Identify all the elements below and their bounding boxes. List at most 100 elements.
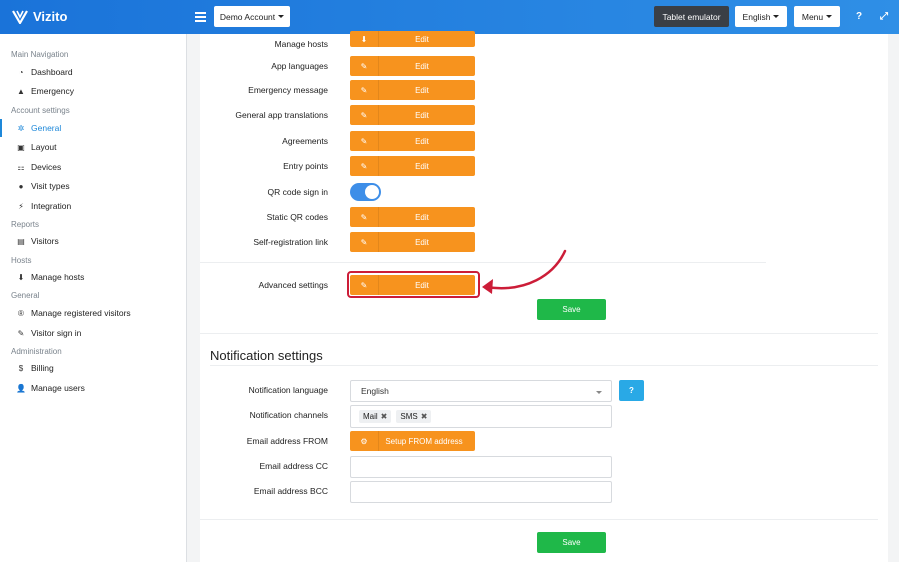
row-app-languages: App languages ✎ Edit (200, 56, 888, 78)
tag-label: SMS (400, 412, 418, 421)
sidebar-item-visitors[interactable]: ▤ Visitors (0, 232, 186, 250)
toggle-knob (365, 185, 379, 199)
menu-label: Menu (801, 11, 824, 22)
sidebar-item-manage-users[interactable]: 👤 Manage users (0, 379, 186, 397)
edit-label: Edit (415, 61, 429, 71)
sidebar-section-admin: Administration (11, 347, 62, 356)
sidebar-item-label: Manage users (31, 383, 85, 393)
app-languages-edit-button[interactable]: ✎ Edit (350, 56, 475, 76)
remove-icon[interactable]: ✖ (421, 412, 428, 421)
sidebar-item-label: Manage hosts (31, 272, 85, 282)
row-label: Emergency message (248, 85, 328, 95)
row-manage-hosts: Manage hosts ⬇ Edit (200, 31, 888, 53)
email-bcc-field[interactable] (350, 481, 612, 503)
row-email-from: Email address FROM ⚙ Setup FROM address (200, 431, 888, 453)
channel-tag-mail[interactable]: Mail ✖ (359, 410, 392, 423)
channel-tag-sms[interactable]: SMS ✖ (396, 410, 432, 423)
edit-icon: ✎ (350, 131, 379, 151)
setup-from-label: Setup FROM address (385, 436, 463, 446)
book-icon: ▤ (17, 236, 25, 246)
row-label: Email address CC (259, 461, 329, 471)
notification-language-select[interactable]: English (350, 380, 612, 402)
sidebar-item-label: Visitors (31, 236, 59, 246)
settings-save-button[interactable]: Save (537, 299, 606, 320)
edit-icon: ✎ (350, 232, 379, 252)
row-label: Email address BCC (253, 486, 328, 496)
pencil-icon: ✎ (17, 328, 25, 338)
edit-label: Edit (415, 237, 429, 247)
emergency-message-edit-button[interactable]: ✎ Edit (350, 80, 475, 100)
account-label: Demo Account (219, 11, 276, 22)
vizito-logo-icon (12, 9, 28, 24)
chevron-down-icon (826, 15, 833, 18)
qr-signin-toggle[interactable] (350, 183, 381, 201)
row-email-cc: Email address CC (200, 456, 888, 478)
row-label: Advanced settings (258, 280, 328, 290)
sidebar-item-general[interactable]: ✲ General (0, 119, 186, 137)
language-help-button[interactable]: ? (619, 380, 644, 401)
notifications-save-button[interactable]: Save (537, 532, 606, 553)
sidebar-item-manage-hosts[interactable]: ⬇ Manage hosts (0, 268, 186, 286)
edit-icon: ✎ (350, 156, 379, 176)
divider (200, 519, 878, 520)
main-content: Manage hosts ⬇ Edit App languages ✎ Edit E… (200, 31, 888, 562)
row-label: Self-registration link (253, 237, 328, 247)
sidebar-item-devices[interactable]: ⚏ Devices (0, 158, 186, 176)
row-notification-language: Notification language English ? (200, 380, 888, 402)
gear-icon: ✲ (17, 123, 25, 133)
sidebar-item-label: Layout (31, 142, 57, 152)
row-general-translations: General app translations ✎ Edit (200, 105, 888, 127)
sidebar-item-registered-visitors[interactable]: ® Manage registered visitors (0, 304, 186, 322)
language-dropdown[interactable]: English (735, 6, 787, 27)
email-cc-field[interactable] (350, 456, 612, 478)
sidebar-item-layout[interactable]: ▣ Layout (0, 138, 186, 156)
dashboard-icon: ◔ (18, 67, 24, 77)
highlight-box (347, 271, 480, 298)
selected-language: English (361, 386, 389, 396)
setup-from-address-button[interactable]: ⚙ Setup FROM address (350, 431, 475, 451)
expand-icon[interactable]: ⤢ (880, 11, 888, 22)
sidebar-item-label: Visitor sign in (31, 328, 82, 338)
row-label: Manage hosts (274, 39, 328, 49)
sidebar-item-dashboard[interactable]: ◔ Dashboard (0, 63, 186, 81)
edit-label: Edit (415, 110, 429, 120)
sidebar-item-label: Emergency (31, 86, 74, 96)
row-emergency-message: Emergency message ✎ Edit (200, 80, 888, 102)
help-icon[interactable]: ? (856, 11, 862, 22)
remove-icon[interactable]: ✖ (381, 412, 388, 421)
sidebar-item-label: Manage registered visitors (31, 308, 131, 318)
sidebar-item-emergency[interactable]: ▲ Emergency (0, 82, 186, 100)
row-email-bcc: Email address BCC (200, 481, 888, 503)
account-dropdown[interactable]: Demo Account (214, 6, 290, 27)
manage-hosts-edit-button[interactable]: ⬇ Edit (350, 31, 475, 47)
row-notification-channels: Notification channels Mail ✖ SMS ✖ (200, 405, 888, 428)
hamburger-menu-icon[interactable] (195, 10, 206, 24)
menu-dropdown[interactable]: Menu (794, 6, 840, 27)
sidebar-item-visit-types[interactable]: ● Visit types (0, 177, 186, 195)
row-label: General app translations (235, 110, 328, 120)
tablet-emulator-button[interactable]: Tablet emulator (654, 6, 729, 27)
agreements-edit-button[interactable]: ✎ Edit (350, 131, 475, 151)
notification-channels-input[interactable]: Mail ✖ SMS ✖ (350, 405, 612, 428)
users-icon: ● (18, 181, 24, 191)
brand-logo[interactable]: Vizito (12, 9, 67, 24)
sidebar-item-label: General (31, 123, 62, 133)
sidebar-item-integration[interactable]: ⚡ Integration (0, 197, 186, 215)
row-label: Agreements (282, 136, 328, 146)
divider (210, 365, 878, 366)
edit-label: Edit (415, 136, 429, 146)
registered-icon: ® (18, 308, 24, 318)
chevron-down-icon (773, 15, 780, 18)
static-qr-edit-button[interactable]: ✎ Edit (350, 207, 475, 227)
row-label: Notification channels (249, 410, 328, 420)
row-agreements: Agreements ✎ Edit (200, 131, 888, 153)
general-translations-edit-button[interactable]: ✎ Edit (350, 105, 475, 125)
sidebar: Main Navigation ◔ Dashboard ▲ Emergency … (0, 34, 187, 562)
sidebar-item-visitor-sign-in[interactable]: ✎ Visitor sign in (0, 324, 186, 342)
self-registration-edit-button[interactable]: ✎ Edit (350, 232, 475, 252)
entry-points-edit-button[interactable]: ✎ Edit (350, 156, 475, 176)
sidebar-item-billing[interactable]: $ Billing (0, 359, 186, 377)
top-bar: Vizito Demo Account Tablet emulator Engl… (0, 0, 899, 34)
sidebar-item-label: Billing (31, 363, 54, 373)
sidebar-section-reports: Reports (11, 220, 40, 229)
